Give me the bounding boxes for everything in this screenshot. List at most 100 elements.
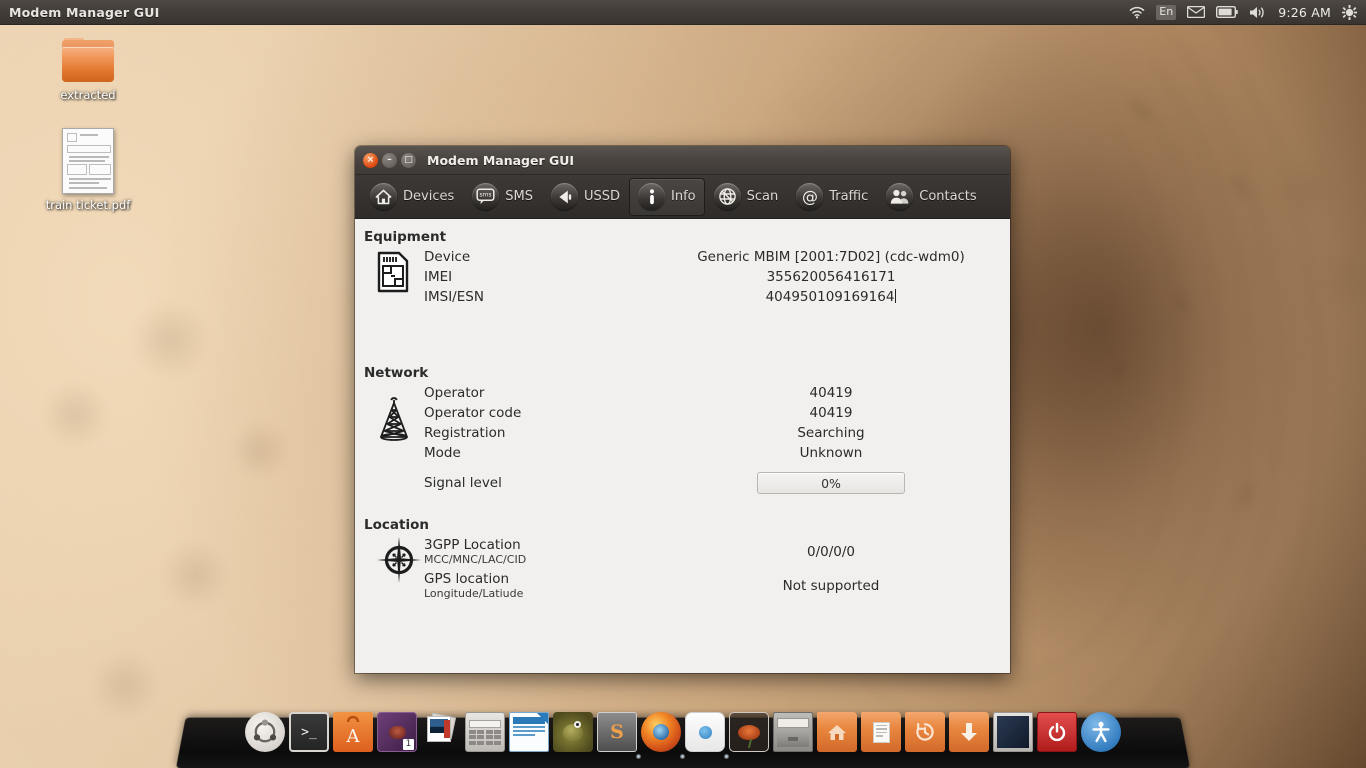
dock-item-modem-manager-gui[interactable]	[724, 712, 769, 759]
dock-item-firefox[interactable]	[636, 712, 681, 759]
row-registration: Registration Searching	[424, 423, 1010, 443]
svg-text:A: A	[346, 726, 361, 747]
row-signal-level: Signal level 0%	[424, 467, 1010, 499]
modem-manager-gui-window[interactable]: × – □ Modem Manager GUI Devices sms SMS	[355, 146, 1010, 673]
row-key: Signal level	[424, 475, 502, 491]
battery-icon[interactable]	[1216, 6, 1239, 18]
row-key: IMEI	[424, 269, 453, 285]
gimp-icon	[553, 712, 593, 752]
desktop-icon-train-ticket[interactable]: train ticket.pdf	[38, 128, 138, 212]
tab-scan[interactable]: Scan	[705, 178, 788, 216]
panel-indicators[interactable]: En 9:26 AM	[1129, 4, 1366, 20]
tab-label: Traffic	[829, 189, 869, 204]
row-key-sub: MCC/MNC/LAC/CID	[424, 552, 527, 566]
dock-item-sublime-text[interactable]: S	[597, 712, 637, 752]
window-title: Modem Manager GUI	[427, 152, 575, 168]
row-value: 40419	[809, 385, 853, 401]
close-icon: ×	[366, 154, 375, 165]
top-panel[interactable]: Modem Manager GUI En 9:26 AM	[0, 0, 1366, 25]
home-folder-icon	[817, 712, 857, 752]
sim-card-icon	[377, 251, 409, 293]
row-value: 355620056416171	[766, 269, 896, 285]
dock-item-workspace-switcher[interactable]: 1	[377, 712, 417, 752]
row-value: 0/0/0/0	[806, 544, 855, 560]
row-gps-location: GPS location Longitude/Latiude Not suppo…	[424, 569, 1010, 603]
calculator-icon	[465, 712, 505, 752]
dock-item-ubuntu-dash[interactable]	[245, 712, 285, 752]
dock-item-shutdown[interactable]	[1037, 712, 1077, 752]
row-key: GPS location	[424, 570, 510, 587]
folder-icon	[60, 38, 116, 84]
window-close-button[interactable]: ×	[363, 152, 378, 168]
window-maximize-button[interactable]: □	[401, 152, 416, 168]
recent-folder-icon	[905, 712, 945, 752]
desktop-icon-label: train ticket.pdf	[45, 198, 131, 212]
libreoffice-writer-icon	[509, 712, 549, 752]
dock[interactable]: >_ A 1 S	[176, 708, 1190, 768]
screen-display-icon	[993, 712, 1033, 752]
row-value: 404950109169164	[652, 289, 1010, 305]
dock-item-gimp[interactable]	[553, 712, 593, 752]
dock-item-empathy-messaging[interactable]	[680, 712, 725, 759]
tab-ussd[interactable]: USSD	[542, 178, 629, 216]
text-caret	[895, 289, 897, 303]
keyboard-indicator[interactable]: En	[1156, 4, 1177, 20]
tab-label: Scan	[746, 189, 779, 204]
row-key: Registration	[424, 425, 506, 441]
dock-item-shotwell-photos[interactable]	[421, 712, 461, 752]
dock-item-home-folder[interactable]	[817, 712, 857, 752]
mail-icon[interactable]	[1187, 6, 1206, 18]
row-imei: IMEI 355620056416171	[424, 267, 1010, 287]
dock-item-accessibility[interactable]	[1081, 712, 1121, 752]
row-key: IMSI/ESN	[424, 289, 484, 305]
tab-label: Contacts	[919, 189, 977, 204]
dock-item-calculator[interactable]	[465, 712, 505, 752]
running-indicator	[636, 754, 641, 759]
tab-label: Info	[671, 189, 696, 204]
session-gear-icon[interactable]	[1342, 4, 1357, 20]
panel-app-title[interactable]: Modem Manager GUI	[9, 5, 159, 20]
dock-item-file-archiver[interactable]	[773, 712, 813, 752]
window-titlebar[interactable]: × – □ Modem Manager GUI	[355, 146, 1010, 175]
dock-item-recent-folder[interactable]	[905, 712, 945, 752]
dock-item-documents-folder[interactable]	[861, 712, 901, 752]
desktop[interactable]: Modem Manager GUI En 9:26 AM extracted t…	[0, 0, 1366, 768]
dock-item-screen-display[interactable]	[993, 712, 1033, 752]
svg-text:@: @	[802, 187, 818, 206]
dock-items[interactable]: >_ A 1 S	[176, 712, 1190, 759]
contacts-icon	[886, 183, 914, 210]
row-3gpp-location: 3GPP Location MCC/MNC/LAC/CID 0/0/0/0	[424, 535, 1010, 569]
tab-info[interactable]: Info	[629, 177, 705, 216]
tab-label: USSD	[583, 189, 620, 204]
tab-devices[interactable]: Devices	[361, 178, 463, 216]
tab-label: SMS	[505, 189, 533, 204]
row-key: 3GPP Location	[424, 536, 521, 553]
dock-item-terminal[interactable]: >_	[289, 712, 329, 752]
row-operator-code: Operator code 40419	[424, 403, 1010, 423]
terminal-icon: >_	[289, 712, 329, 752]
volume-icon[interactable]	[1249, 6, 1267, 19]
wifi-icon[interactable]	[1129, 6, 1145, 19]
tab-contacts[interactable]: Contacts	[877, 178, 985, 216]
desktop-icon-extracted[interactable]: extracted	[38, 38, 138, 102]
ussd-icon	[550, 183, 578, 210]
empathy-messaging-icon	[685, 712, 725, 752]
equipment-title: Equipment	[364, 229, 447, 245]
dock-item-libreoffice-writer[interactable]	[509, 712, 549, 752]
row-value: Not supported	[782, 578, 880, 594]
at-sign-icon: @	[796, 183, 824, 210]
shotwell-photos-icon	[421, 712, 461, 752]
row-key: Operator code	[424, 405, 522, 421]
dock-item-downloads-folder[interactable]	[949, 712, 989, 752]
dock-item-software-center[interactable]: A	[333, 712, 373, 752]
window-toolbar[interactable]: Devices sms SMS USSD Info Scan @ Traffic…	[355, 175, 1010, 219]
cell-tower-icon	[377, 391, 411, 441]
panel-clock[interactable]: 9:26 AM	[1278, 5, 1331, 20]
svg-text:sms: sms	[480, 192, 492, 199]
row-imsi-esn: IMSI/ESN 404950109169164	[424, 287, 1010, 307]
modem-manager-gui-icon	[729, 712, 769, 752]
window-minimize-button[interactable]: –	[382, 152, 397, 168]
row-value: Searching	[797, 425, 865, 441]
tab-sms[interactable]: sms SMS	[463, 178, 542, 216]
tab-traffic[interactable]: @ Traffic	[787, 178, 877, 216]
